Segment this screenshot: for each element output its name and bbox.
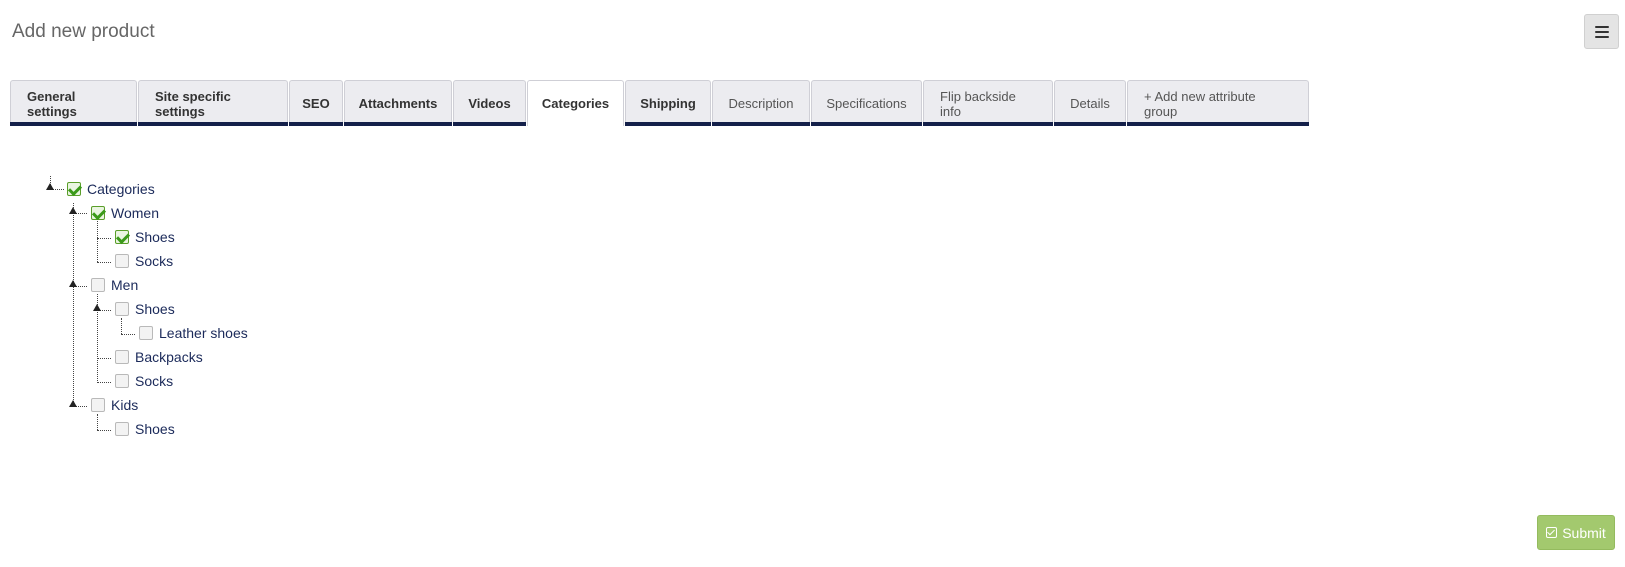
tab-add-attribute-group[interactable]: + Add new attribute group bbox=[1127, 80, 1309, 126]
tree-label-women-socks[interactable]: Socks bbox=[135, 253, 173, 269]
checkbox-leather-shoes[interactable] bbox=[139, 326, 153, 340]
collapse-toggle-icon[interactable] bbox=[69, 400, 77, 407]
collapse-toggle-icon[interactable] bbox=[69, 280, 77, 287]
collapse-toggle-icon[interactable] bbox=[69, 207, 77, 214]
tree-connector bbox=[121, 334, 135, 335]
checkbox-women-socks[interactable] bbox=[115, 254, 129, 268]
tree-label-men-shoes[interactable]: Shoes bbox=[135, 301, 175, 317]
tree-label-men-socks[interactable]: Socks bbox=[135, 373, 173, 389]
tree-label-backpacks[interactable]: Backpacks bbox=[135, 349, 203, 365]
checkbox-women[interactable] bbox=[91, 206, 105, 220]
checkbox-men-shoes[interactable] bbox=[115, 302, 129, 316]
collapse-toggle-icon[interactable] bbox=[93, 304, 101, 311]
tree-label-women[interactable]: Women bbox=[111, 205, 159, 221]
checkbox-kids-shoes[interactable] bbox=[115, 422, 129, 436]
hamburger-menu-icon bbox=[1594, 25, 1609, 38]
tab-shipping[interactable]: Shipping bbox=[625, 80, 711, 126]
tree-connector bbox=[97, 221, 98, 262]
submit-button[interactable]: Submit bbox=[1537, 515, 1615, 550]
tree-connector bbox=[97, 382, 111, 383]
checkbox-men-socks[interactable] bbox=[115, 374, 129, 388]
tree-label-men[interactable]: Men bbox=[111, 277, 138, 293]
tree-connector bbox=[97, 414, 98, 430]
tree-label-women-shoes[interactable]: Shoes bbox=[135, 229, 175, 245]
checkbox-categories[interactable] bbox=[67, 182, 81, 196]
checkbox-backpacks[interactable] bbox=[115, 350, 129, 364]
tree-label-categories[interactable]: Categories bbox=[87, 181, 155, 197]
check-square-icon bbox=[1546, 527, 1558, 538]
tree-connector bbox=[97, 358, 111, 359]
tree-connector bbox=[97, 262, 111, 263]
tree-connector bbox=[97, 238, 111, 239]
checkbox-men[interactable] bbox=[91, 278, 105, 292]
menu-button[interactable] bbox=[1584, 14, 1619, 49]
tree-connector bbox=[97, 430, 111, 431]
tree-label-kids[interactable]: Kids bbox=[111, 397, 138, 413]
collapse-toggle-icon[interactable] bbox=[46, 183, 54, 190]
tree-connector bbox=[73, 203, 74, 406]
tab-specifications[interactable]: Specifications bbox=[811, 80, 922, 126]
tab-description[interactable]: Description bbox=[712, 80, 810, 126]
tab-flip-backside-info[interactable]: Flip backside info bbox=[923, 80, 1053, 126]
tab-details[interactable]: Details bbox=[1054, 80, 1126, 126]
tree-label-kids-shoes[interactable]: Shoes bbox=[135, 421, 175, 437]
tree-connector bbox=[121, 318, 122, 334]
checkbox-women-shoes[interactable] bbox=[115, 230, 129, 244]
category-tree: Categories Women Shoes Socks Men Shoes L… bbox=[0, 0, 600, 470]
checkbox-kids[interactable] bbox=[91, 398, 105, 412]
submit-label: Submit bbox=[1562, 524, 1606, 541]
tree-label-leather-shoes[interactable]: Leather shoes bbox=[159, 325, 248, 341]
